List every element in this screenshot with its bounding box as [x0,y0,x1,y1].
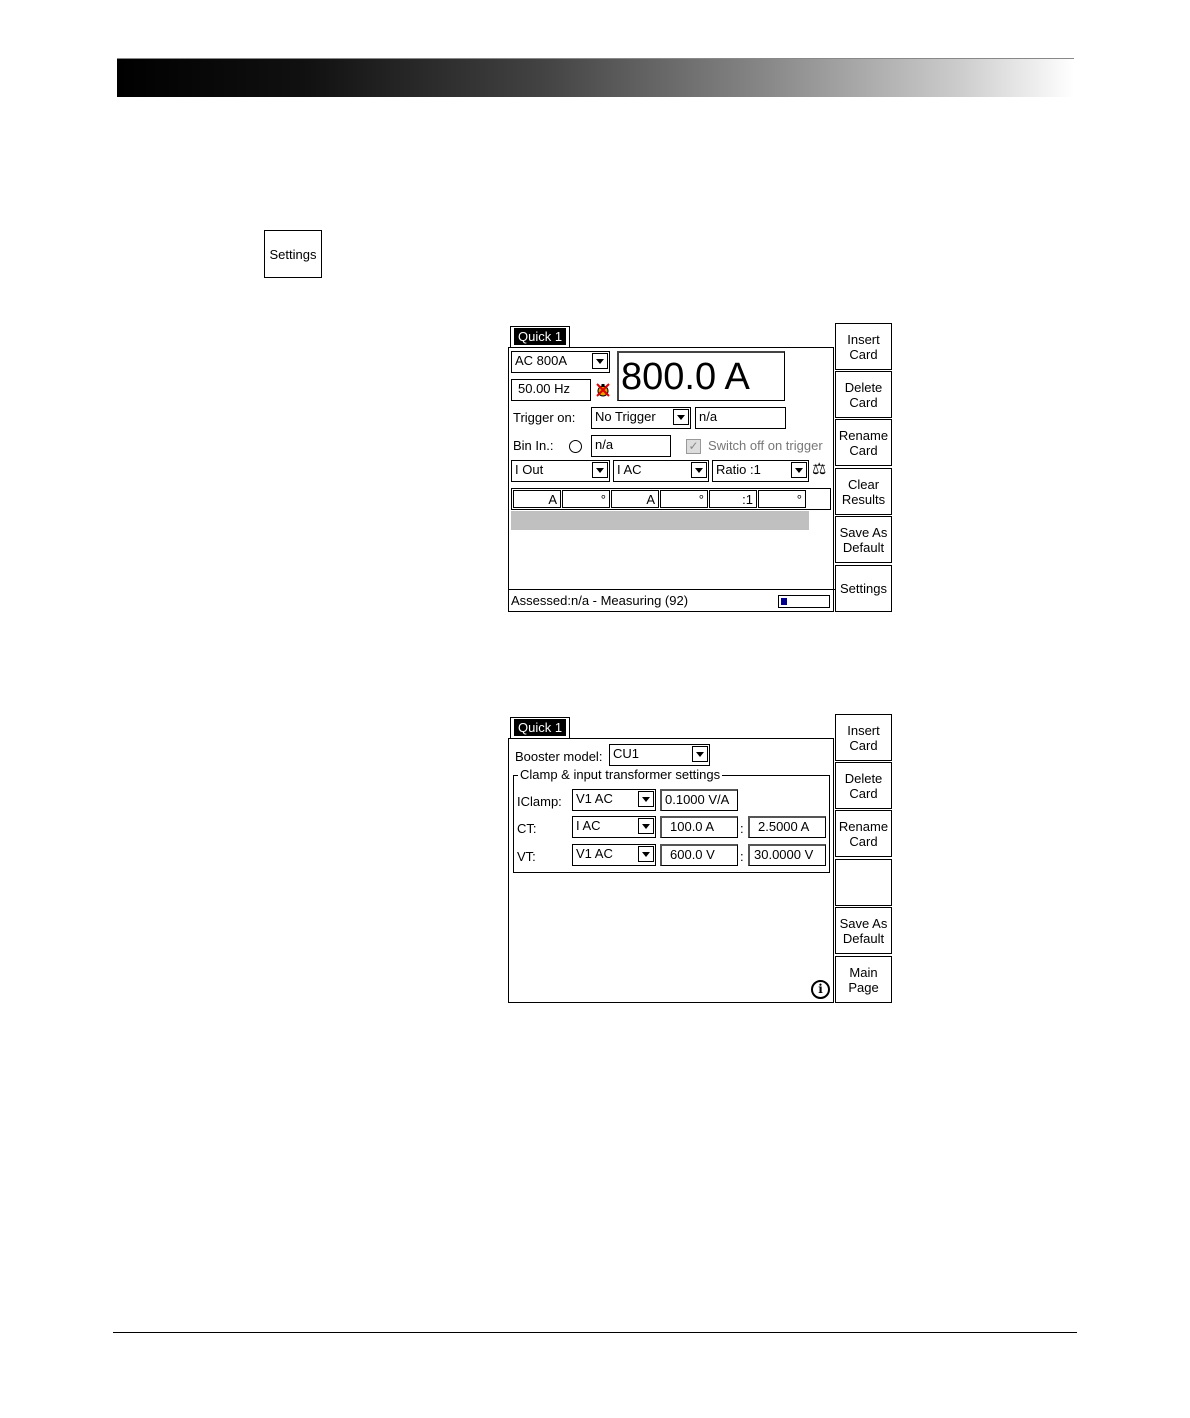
ct-select-value: I AC [576,818,601,833]
column-header: A [611,490,659,508]
progress-bar [778,595,830,608]
range-select[interactable]: AC 800A [511,351,610,373]
chevron-down-icon[interactable] [638,846,654,862]
tab-label: Quick 1 [514,328,567,345]
save-as-default-button[interactable]: Save As Default [835,907,892,954]
delete-card-button[interactable]: Delete Card [835,762,892,809]
binin-value-field: n/a [591,435,671,457]
measure-select-3[interactable]: Ratio :1 [712,460,809,482]
insert-card-button[interactable]: Insert Card [835,714,892,761]
iclamp-select-value: V1 AC [576,791,613,806]
chevron-down-icon[interactable] [592,353,608,369]
settings-button[interactable]: Settings [835,565,892,612]
trigger-select-value: No Trigger [595,409,656,424]
chevron-down-icon[interactable] [638,818,654,834]
progress-fill [781,598,787,605]
booster-model-label: Booster model: [515,749,603,764]
chevron-down-icon[interactable] [791,462,807,478]
tab-quick-1[interactable]: Quick 1 [510,326,571,348]
main-page-button[interactable]: Main Page [835,956,892,1003]
booster-model-select[interactable]: CU1 [609,744,710,766]
trigger-label: Trigger on: [513,410,576,425]
vt-primary-field[interactable]: 600.0 V [660,844,738,866]
chevron-down-icon[interactable] [638,791,654,807]
quick-card-settings-screen: Quick 1 Booster model: CU1 Clamp & input… [508,714,892,1004]
binin-label: Bin In.: [513,438,554,453]
vt-select-value: V1 AC [576,846,613,861]
chevron-down-icon[interactable] [692,746,708,762]
ct-primary-field[interactable]: 100.0 A [660,816,738,838]
vt-ratio-separator: : [740,849,744,864]
chevron-down-icon[interactable] [592,462,608,478]
footer-line [113,1332,1077,1333]
tab-label: Quick 1 [514,719,567,736]
switch-off-checkbox[interactable]: ✓ [686,439,701,454]
vt-secondary-field[interactable]: 30.0000 V [748,844,826,866]
measure-select-1[interactable]: I Out [511,460,610,482]
scale-icon[interactable]: ⚖ [812,462,826,478]
ct-secondary-field[interactable]: 2.5000 A [748,816,826,838]
rename-card-button[interactable]: Rename Card [835,810,892,857]
side-key-column: Insert Card Delete Card Rename Card Clea… [835,323,892,612]
column-header: ° [660,490,708,508]
table-row[interactable] [511,511,809,530]
measure-select-1-value: I Out [515,462,544,477]
frequency-field[interactable]: 50.00 Hz [511,379,591,401]
no-trigger-icon [596,383,610,397]
trigger-select[interactable]: No Trigger [591,407,691,429]
ct-label: CT: [517,821,537,836]
iclamp-value-field[interactable]: 0.1000 V/A [660,789,738,811]
quick-card-main-screen: Quick 1 AC 800A 50.00 Hz 800.0 A Trigger… [508,323,892,613]
settings-panel: Booster model: CU1 Clamp & input transfo… [508,738,834,1003]
empty-soft-key[interactable] [835,859,892,906]
ct-ratio-separator: : [740,821,744,836]
group-title: Clamp & input transformer settings [518,767,723,783]
insert-card-button[interactable]: Insert Card [835,323,892,370]
measured-value-display: 800.0 A [617,351,785,401]
results-table-header: A ° A ° :1 ° [511,488,831,510]
chevron-down-icon[interactable] [691,462,707,478]
status-bar: Assessed:n/a - Measuring (92) [509,589,835,612]
vt-label: VT: [517,849,536,864]
tab-quick-1[interactable]: Quick 1 [510,717,571,739]
measurement-panel: AC 800A 50.00 Hz 800.0 A Trigger on: No … [508,347,835,612]
ct-select[interactable]: I AC [572,816,656,838]
info-icon[interactable]: i [811,980,830,999]
trigger-value-field: n/a [695,407,786,429]
rename-card-button[interactable]: Rename Card [835,419,892,466]
header-gradient-bar [117,59,1074,97]
measure-select-2-value: I AC [617,462,642,477]
delete-card-button[interactable]: Delete Card [835,371,892,418]
binin-radio[interactable] [569,440,582,453]
iclamp-select[interactable]: V1 AC [572,789,656,811]
measure-select-3-value: Ratio :1 [716,462,761,477]
vt-select[interactable]: V1 AC [572,844,656,866]
measure-select-2[interactable]: I AC [613,460,709,482]
clamp-transformer-group: Clamp & input transformer settings IClam… [513,767,830,873]
clear-results-button[interactable]: Clear Results [835,468,892,515]
column-header: ° [562,490,610,508]
booster-model-value: CU1 [613,746,640,761]
column-header: :1 [709,490,757,508]
side-key-column: Insert Card Delete Card Rename Card Save… [835,714,892,1003]
settings-key-button[interactable]: Settings [264,230,322,278]
status-text: Assessed:n/a - Measuring (92) [511,593,689,608]
chevron-down-icon[interactable] [673,409,689,425]
column-header: ° [758,490,806,508]
range-select-value: AC 800A [515,353,568,368]
save-as-default-button[interactable]: Save As Default [835,516,892,563]
column-header: A [513,490,561,508]
iclamp-label: IClamp: [517,794,562,809]
switch-off-label: Switch off on trigger [708,438,823,453]
